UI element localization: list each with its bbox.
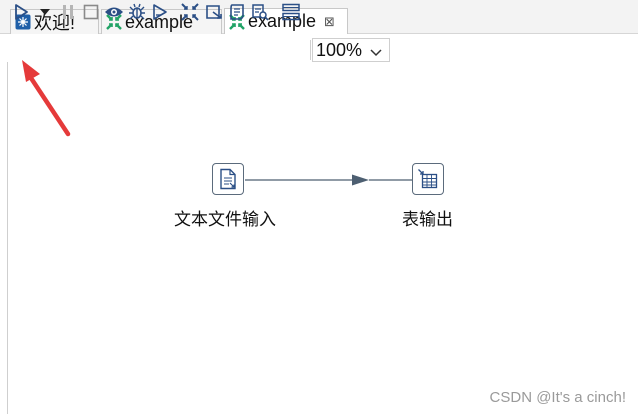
annotation-arrow xyxy=(22,60,71,137)
watermark: CSDN @It's a cinch! xyxy=(489,389,626,406)
